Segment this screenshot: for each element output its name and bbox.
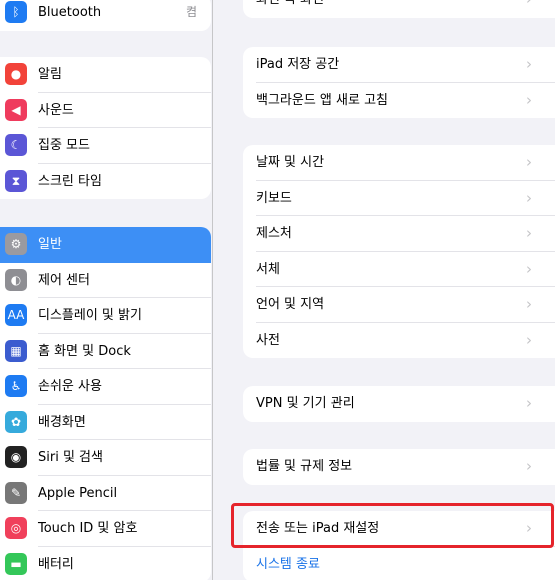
sidebar-item-label: 집중 모드 <box>38 138 90 153</box>
detail-row-label: 날짜 및 시간 <box>256 155 325 170</box>
sidebar-item-label: 사운드 <box>38 102 74 118</box>
sidebar-item-홈-화면-및-dock[interactable]: ▦ 홈 화면 및 Dock <box>0 334 211 369</box>
detail-row-label: 시스템 종료 <box>256 556 320 572</box>
sidebar-item-label: Touch ID 및 암호 <box>38 521 138 536</box>
moon-icon: ☾ <box>5 134 27 156</box>
sidebar-item-손쉬운-사용[interactable]: ♿ 손쉬운 사용 <box>0 369 211 405</box>
sidebar-item-label: 손쉬운 사용 <box>38 379 102 394</box>
fingerprint-icon: ◎ <box>5 517 27 539</box>
sidebar-item-label: 홈 화면 및 Dock <box>38 343 131 359</box>
detail-group-legal: 법률 및 규제 정보 › <box>243 449 555 485</box>
sidebar-item-label: Apple Pencil <box>38 485 118 501</box>
sidebar-item-value: 켬 <box>185 5 197 19</box>
sidebar-item-label: 디스플레이 및 밝기 <box>38 308 142 323</box>
chevron-right-icon: › <box>526 153 532 171</box>
battery-icon: ▬ <box>5 552 27 575</box>
sidebar-item-label: 배경화면 <box>38 414 86 430</box>
accessibility-icon: ♿ <box>5 375 27 397</box>
sidebar-item-디스플레이-및-밝기[interactable]: AA 디스플레이 및 밝기 <box>0 298 211 334</box>
detail-group-storage: iPad 저장 공간 › 백그라운드 앱 새로 고침 › <box>243 47 555 118</box>
sidebar-item-label: 알림 <box>38 67 62 82</box>
siri-icon: ◉ <box>5 446 27 468</box>
detail-row-label: 화면 속 화면 <box>256 0 324 18</box>
sidebar-item-집중-모드[interactable]: ☾ 집중 모드 <box>0 128 211 164</box>
reset-highlight-box <box>231 503 554 548</box>
detail-row-label: iPad 저장 공간 <box>256 57 340 72</box>
chevron-right-icon: › <box>526 295 532 313</box>
detail-row-제스처[interactable]: 제스처 › <box>243 216 555 252</box>
chevron-right-icon: › <box>526 0 532 18</box>
detail-row-ipad-저장-공간[interactable]: iPad 저장 공간 › <box>243 47 555 83</box>
sidebar-item-일반[interactable]: ⚙ 일반 <box>0 227 211 263</box>
detail-row-법률-및-규제-정보[interactable]: 법률 및 규제 정보 › <box>243 449 555 485</box>
sidebar-item-label: 일반 <box>38 237 62 252</box>
detail-row-날짜-및-시간[interactable]: 날짜 및 시간 › <box>243 145 555 181</box>
sidebar-item-배터리[interactable]: ▬ 배터리 <box>0 547 211 580</box>
detail-row-label: 법률 및 규제 정보 <box>256 459 353 474</box>
sidebar-item-label: Siri 및 검색 <box>38 450 103 465</box>
pencil-icon: ✎ <box>5 481 27 504</box>
sidebar-item-사운드[interactable]: ◀ 사운드 <box>0 93 211 128</box>
chevron-right-icon: › <box>526 224 532 242</box>
text-size-icon: AA <box>5 304 27 326</box>
detail-row-label: 백그라운드 앱 새로 고침 <box>256 92 388 108</box>
detail-row-백그라운드-앱-새로-고침[interactable]: 백그라운드 앱 새로 고침 › <box>243 83 555 119</box>
detail-row-키보드[interactable]: 키보드 › <box>243 181 555 216</box>
sidebar-item-label: 제어 센터 <box>38 272 90 288</box>
chevron-right-icon: › <box>526 188 532 207</box>
chevron-right-icon: › <box>526 330 532 349</box>
sidebar-item-siri-및-검색[interactable]: ◉ Siri 및 검색 <box>0 440 211 476</box>
toggles-icon: ◐ <box>5 268 27 291</box>
detail-row-label: 제스처 <box>256 226 292 241</box>
chevron-right-icon: › <box>526 55 532 73</box>
detail-group-pip: 화면 속 화면 › <box>243 0 555 18</box>
chevron-right-icon: › <box>526 259 532 278</box>
bell-icon: ● <box>5 63 27 85</box>
detail-row-언어-및-지역[interactable]: 언어 및 지역 › <box>243 287 555 323</box>
detail-row-서체[interactable]: 서체 › <box>243 252 555 287</box>
home-grid-icon: ▦ <box>5 339 27 362</box>
flower-icon: ✿ <box>5 410 27 433</box>
gear-icon: ⚙ <box>5 233 27 255</box>
detail-row-label: 서체 <box>256 261 280 277</box>
detail-row-시스템-종료[interactable]: 시스템 종료 <box>243 547 555 580</box>
sidebar-group-connectivity: ᛒ Bluetooth 켬 <box>0 0 211 31</box>
bluetooth-icon: ᛒ <box>5 1 27 23</box>
detail-group-vpn: VPN 및 기기 관리 › <box>243 386 555 422</box>
sidebar-group-general: ⚙ 일반 ◐ 제어 센터 AA 디스플레이 및 밝기 ▦ 홈 화면 및 Dock ♿ 손쉬운 사용… <box>0 227 211 580</box>
sidebar-item-스크린-타임[interactable]: ⧗ 스크린 타임 <box>0 164 211 200</box>
detail-row-label: 언어 및 지역 <box>256 297 325 312</box>
sidebar-item-touch-id-및-암호[interactable]: ◎ Touch ID 및 암호 <box>0 511 211 547</box>
sidebar-group-notifications: ● 알림 ◀ 사운드 ☾ 집중 모드 ⧗ 스크린 타임 <box>0 57 211 199</box>
sidebar-item-label: 배터리 <box>38 556 74 572</box>
detail-row-화면-속-화면[interactable]: 화면 속 화면 › <box>243 0 555 18</box>
detail-row-label: VPN 및 기기 관리 <box>256 396 355 411</box>
detail-row-label: 사전 <box>256 332 280 348</box>
sidebar-item-apple-pencil[interactable]: ✎ Apple Pencil <box>0 476 211 511</box>
chevron-right-icon: › <box>526 457 532 475</box>
chevron-right-icon: › <box>526 90 532 109</box>
sidebar-item-알림[interactable]: ● 알림 <box>0 57 211 93</box>
hourglass-icon: ⧗ <box>5 169 27 192</box>
sidebar-item-label: 스크린 타임 <box>38 173 102 189</box>
detail-row-label: 키보드 <box>256 190 292 206</box>
detail-row-사전[interactable]: 사전 › <box>243 323 555 359</box>
chevron-right-icon: › <box>526 394 532 412</box>
sidebar-item-배경화면[interactable]: ✿ 배경화면 <box>0 405 211 440</box>
sidebar-item-label: Bluetooth <box>38 5 102 20</box>
detail-row-vpn-및-기기-관리[interactable]: VPN 및 기기 관리 › <box>243 386 555 422</box>
speaker-icon: ◀ <box>5 98 27 121</box>
detail-group-locale: 날짜 및 시간 › 키보드 › 제스처 › 서체 › 언어 및 지역 › 사전 › <box>243 145 555 358</box>
sidebar-item-bluetooth[interactable]: ᛒ Bluetooth 켬 <box>0 0 211 31</box>
settings-sidebar: ᛒ Bluetooth 켬 ● 알림 ◀ 사운드 ☾ 집중 모드 ⧗ 스크린 타임 ⚙ 일반 ◐ 제어 … <box>0 0 212 580</box>
general-detail-pane: 화면 속 화면 › iPad 저장 공간 › 백그라운드 앱 새로 고침 › 날짜 및 … <box>213 0 555 580</box>
sidebar-item-제어-센터[interactable]: ◐ 제어 센터 <box>0 263 211 298</box>
